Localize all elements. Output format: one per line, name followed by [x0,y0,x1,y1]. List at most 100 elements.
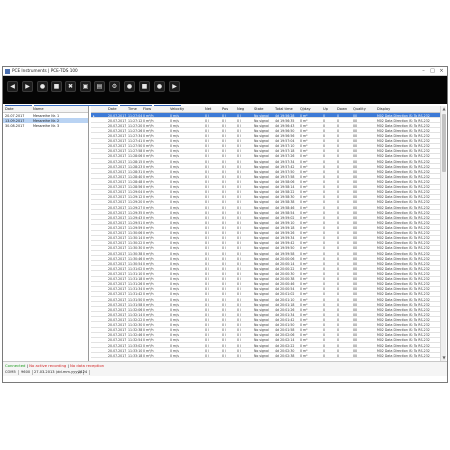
table-cell: 0 m³/h [143,123,154,128]
col-header-velocity[interactable]: Velocity [170,107,184,111]
table-cell: 00 [353,338,358,343]
col-header-display[interactable]: Display [377,107,390,111]
scroll-up-icon[interactable]: ▲ [441,106,447,112]
toolbar-button[interactable]: ● [37,81,48,92]
table-cell: 0 [337,292,340,297]
col-header-net[interactable]: Net [205,107,211,111]
table-cell: 00 [353,282,358,287]
table-cell: 0 m³ [300,144,308,149]
table-cell: M02 Data Direction IS: To RS-232 [377,277,430,282]
series-row[interactable]: 30.08.2017 Messreihe Nr. 3 [3,123,88,128]
table-cell: M02 Data Direction IS: To RS-232 [377,302,430,307]
table-cell: 00 [353,292,358,297]
table-cell: 0 l [237,287,241,292]
vertical-scrollbar[interactable]: ▲ ▼ [440,106,446,361]
table-cell: 0 l [205,128,209,133]
table-cell: M02 Data Direction IS: To RS-232 [377,333,430,338]
toolbar-button[interactable]: ● [154,81,165,92]
table-cell: 0 [337,149,340,154]
col-header-date[interactable]: Date [108,107,117,111]
close-icon[interactable]: × [437,68,446,75]
table-cell: 0 m/s [170,169,179,174]
col-header-down[interactable]: Down [337,107,347,111]
table-cell: M02 Data Direction IS: To RS-232 [377,287,430,292]
table-cell: 0 m/s [170,200,179,205]
table-cell: 0 m³ [300,246,308,251]
table-cell: 0 l [205,139,209,144]
toolbar-button[interactable]: ▣ [80,81,91,92]
status-info: COM5 9600 27.03.2013 (dd.mm.yyyy) 1424 [3,369,447,376]
table-cell: 0 [337,144,340,149]
toolbar-button[interactable]: ▶ [169,81,180,92]
table-cell: 20.07.2017 [108,226,127,230]
table-cell: 0 m³ [300,251,308,256]
minimize-icon[interactable]: – [419,68,428,75]
table-cell: 0 l [237,323,241,328]
maximize-icon[interactable]: □ [428,68,437,75]
table-cell: No signal [254,282,269,287]
table-cell: No signal [254,317,269,322]
table-cell: 20.07.2017 [108,328,127,333]
table-cell: 0 m³ [300,353,308,358]
table-cell: 11:30:14 [128,236,143,241]
table-cell: 00 [353,190,358,195]
table-cell: M02 Data Direction IS: To RS-232 [377,282,430,287]
table-cell: 20.07.2017 [108,317,127,322]
toolbar-button[interactable]: ■ [51,81,62,92]
table-cell: 0 m/s [170,323,179,328]
table-cell: No signal [254,287,269,292]
toolbar-button[interactable]: ● [124,81,135,92]
toolbar-button[interactable]: ■ [139,81,150,92]
stop-icon: ■ [53,83,60,90]
table-cell: 0 l [205,353,209,358]
toolbar-button[interactable]: ✖ [65,81,76,92]
col-header-q-day[interactable]: Q/day [300,107,311,111]
col-header-neg[interactable]: Neg [237,107,244,111]
table-cell: 0 l [237,307,241,312]
table-cell: 4d 19:58:54 [275,210,295,215]
table-cell: 0 m³ [300,271,308,276]
col-header-pos[interactable]: Pos [222,107,228,111]
table-cell: 0 m/s [170,287,179,292]
table-cell: 0 [337,323,340,328]
toolbar-button[interactable]: ◀ [7,81,18,92]
table-cell: 4d 19:57:42 [275,164,295,169]
table-cell: M02 Data Direction IS: To RS-232 [377,348,430,353]
col-header-state[interactable]: State [254,107,264,111]
table-cell: 0 [337,266,340,271]
table-cell: 11:31:42 [128,292,143,297]
col-header-date[interactable]: Date [5,107,14,111]
window-title: PCE Instruments | PCE-TDS 100 [12,68,78,73]
table-row[interactable]: 20.07.2017 11:33:18 0 m³/h 0 m/s 0 l 0 l 0 l No… [91,353,440,359]
toolbar-button[interactable]: ▤ [94,81,105,92]
col-header-total-time[interactable]: Total time [275,107,293,111]
col-header-name[interactable]: Name [33,107,44,111]
table-cell: 11:31:58 [128,302,143,307]
col-header-time[interactable]: Time [128,107,137,111]
table-cell: 0 m³ [300,164,308,169]
table-cell: 0 m/s [170,353,179,358]
table-cell: 0 l [205,200,209,205]
table-cell: 0 m³/h [143,159,154,164]
table-cell: 0 l [222,333,226,338]
col-header-up[interactable]: Up [323,107,328,111]
table-cell: 0 l [237,180,241,185]
table-cell: 0 [323,287,326,292]
table-cell: 0 [337,261,340,266]
scroll-thumb[interactable] [442,114,446,172]
table-cell: M02 Data Direction IS: To RS-232 [377,144,430,149]
table-cell: 0 l [205,307,209,312]
col-header-flow[interactable]: Flow [143,107,151,111]
table-cell: 4d 20:00:46 [275,282,295,287]
toolbar-button[interactable]: ⚙ [109,81,120,92]
table-cell: 00 [353,185,358,190]
table-cell: M02 Data Direction IS: To RS-232 [377,190,430,195]
toolbar-button[interactable]: ▶ [22,81,33,92]
table-cell: 0 l [237,195,241,200]
table-cell: 4d 20:01:34 [275,312,295,317]
col-header-quality[interactable]: Quality [353,107,366,111]
table-cell: 0 m³/h [143,113,154,118]
table-cell: 0 m/s [170,149,179,154]
table-cell: 20.07.2017 [108,190,127,195]
table-cell: 0 l [237,190,241,195]
